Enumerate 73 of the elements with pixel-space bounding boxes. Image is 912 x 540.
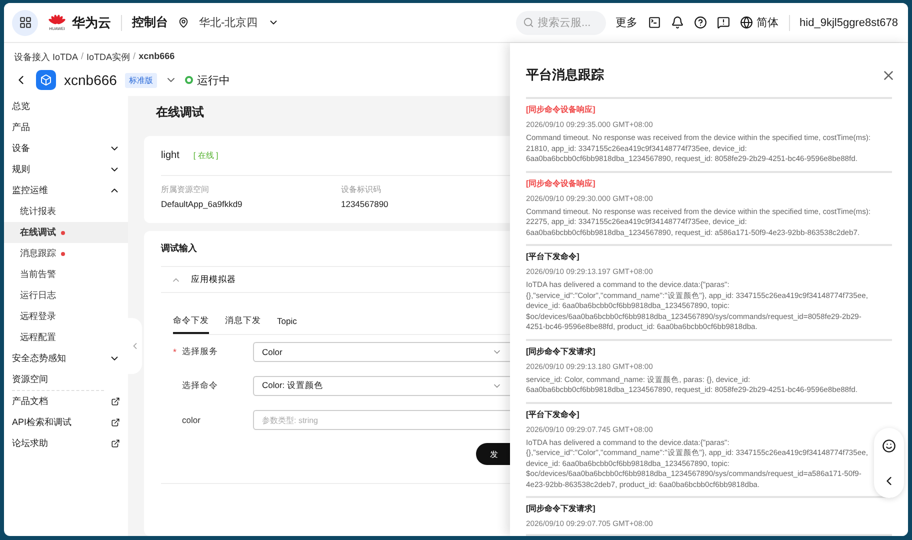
form-label: 选择服务 (182, 346, 218, 358)
required-mark: * (173, 347, 178, 357)
app-grid-button[interactable] (12, 10, 38, 36)
sidebar-item[interactable]: 资源空间 (4, 369, 128, 390)
field-label: 设备标识码 (341, 184, 382, 195)
form-label: color (182, 415, 200, 425)
sidebar-subitem[interactable]: 当前告警 (4, 264, 128, 285)
log-title: [同步命令下发请求] (526, 346, 596, 356)
log-title: [平台下发命令] (526, 408, 580, 420)
log-title: [平台下发命令] (526, 251, 580, 262)
sidebar-subitem[interactable]: 远程配置 (4, 327, 128, 348)
language-selector[interactable]: 简体 (756, 15, 779, 30)
sidebar-item[interactable]: 规则 (4, 159, 128, 180)
sidebar-subitem[interactable]: 运行日志 (4, 285, 128, 306)
sidebar-item[interactable]: 论坛求助 (4, 433, 128, 454)
sidebar-item[interactable]: 监控运维 (4, 180, 128, 201)
region-selector[interactable]: 华北-北京四 (199, 15, 258, 30)
field-value: DefaultApp_6a9fkkd9 (161, 199, 244, 209)
log-title: [同步命令设备响应] (526, 178, 596, 188)
select-field[interactable]: Color: 设置颜色 (253, 376, 510, 396)
log-title: [同步命令下发请求] (526, 503, 596, 514)
cube-icon (36, 70, 56, 90)
edition-tag: 标准版 (124, 72, 157, 88)
help-icon[interactable] (694, 16, 707, 29)
bell-icon[interactable] (670, 16, 684, 29)
tab[interactable]: Topic (277, 315, 297, 334)
device-name: light (161, 150, 180, 161)
simulator-accordion[interactable]: 应用模拟器 (161, 267, 510, 293)
page-title: 在线调试 (154, 104, 205, 121)
pin-icon (178, 17, 189, 28)
search-field[interactable]: 搜索云服... (516, 10, 606, 34)
breadcrumb-item[interactable]: IoTDA实例 (86, 51, 130, 64)
flower-logo-icon (48, 14, 66, 26)
sidebar-subitem[interactable]: 消息跟踪 (4, 243, 128, 264)
section-title: 调试输入 (161, 231, 510, 267)
feedback-icon[interactable] (716, 16, 730, 29)
instance-status: 运行中 (184, 72, 230, 88)
field-label: 所属资源空间 (161, 184, 210, 195)
drawer-title: 平台消息跟踪 (526, 66, 604, 84)
sidebar-item[interactable]: 设备 (4, 138, 128, 159)
tab[interactable]: 消息下发 (225, 315, 261, 334)
sidebar-subitem[interactable]: 远程登录 (4, 306, 128, 327)
external-link-icon (111, 397, 120, 406)
send-button[interactable]: 发 (476, 443, 510, 465)
sidebar-item[interactable]: 产品 (4, 117, 128, 138)
sidebar-item[interactable]: 产品文档 (4, 391, 128, 412)
field-value: 1234567890 (341, 199, 390, 209)
sidebar-subitem[interactable]: 统计报表 (4, 201, 128, 222)
grid-icon (18, 16, 32, 29)
sidebar-item[interactable]: 安全态势感知 (4, 348, 128, 369)
sidebar-item[interactable]: 总览 (4, 96, 128, 117)
select-field[interactable]: Color (253, 342, 510, 362)
external-link-icon (111, 418, 120, 427)
breadcrumb-item: xcnb666 (138, 51, 175, 63)
breadcrumb-separator: / (81, 51, 84, 63)
user-menu[interactable]: hid_9kjl5ggre8st678 (800, 16, 898, 28)
globe-icon (740, 16, 753, 29)
sidebar-item[interactable]: API检索和调试 (4, 412, 128, 433)
smile-icon[interactable] (882, 438, 896, 452)
more-menu[interactable]: 更多 (616, 15, 638, 30)
external-link-icon (111, 439, 120, 448)
tab[interactable]: 命令下发 (173, 315, 209, 334)
sidebar-subitem[interactable]: 在线调试 (4, 222, 128, 243)
form-label: 选择命令 (182, 380, 218, 392)
console-title: 控制台 (132, 14, 168, 31)
instance-name: xcnb666 (64, 72, 117, 88)
log-title: [同步命令设备响应] (526, 104, 596, 115)
input-field[interactable]: 参数类型: string (253, 410, 510, 430)
terminal-icon[interactable] (648, 16, 661, 29)
breadcrumb-item[interactable]: 设备接入 IoTDA (14, 51, 78, 64)
online-status: [ 在线 ] (193, 150, 218, 161)
brand-name: 华为云 (72, 14, 111, 32)
breadcrumb-separator: / (133, 51, 136, 63)
